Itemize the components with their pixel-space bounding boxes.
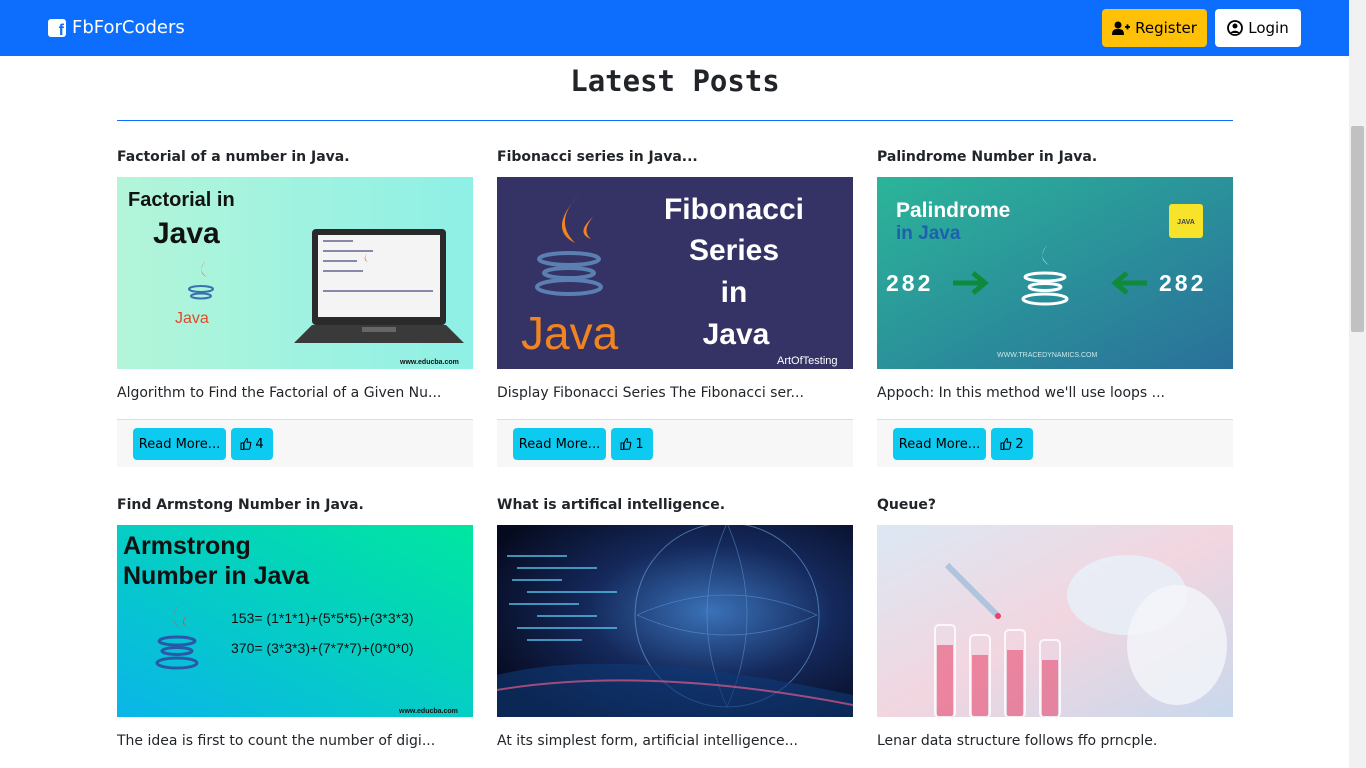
svg-text:Series: Series (689, 234, 779, 267)
post-card: What is artifical intelligence. At its s… (497, 497, 853, 749)
svg-text:Java: Java (703, 318, 770, 351)
scrollbar-thumb[interactable] (1351, 126, 1364, 332)
thumbs-up-icon (620, 438, 632, 450)
page-title: Latest Posts (570, 64, 780, 98)
post-image[interactable]: Factorial in Java Java www.educba.com (117, 177, 473, 369)
svg-text:in: in (721, 276, 748, 309)
post-image[interactable] (877, 525, 1233, 717)
read-more-button[interactable]: Read More... (893, 428, 986, 460)
post-footer: Read More... 2 (877, 419, 1233, 467)
post-excerpt: Display Fibonacci Series The Fibonacci s… (497, 385, 804, 401)
login-button[interactable]: Login (1215, 9, 1301, 47)
post-title: Palindrome Number in Java. (877, 149, 1098, 165)
navbar: FbForCoders Register Login (0, 0, 1349, 56)
user-plus-icon (1112, 21, 1131, 35)
post-footer: Read More... 4 (117, 419, 473, 467)
post-title: What is artifical intelligence. (497, 497, 726, 513)
register-label: Register (1135, 19, 1197, 37)
user-circle-icon (1227, 20, 1244, 36)
svg-text:Java: Java (153, 217, 220, 250)
svg-text:ArtOfTesting: ArtOfTesting (777, 355, 838, 367)
svg-text:Fibonacci: Fibonacci (664, 193, 804, 226)
svg-text:153= (1*1*1)+(5*5*5)+(3*3*3): 153= (1*1*1)+(5*5*5)+(3*3*3) (231, 610, 414, 626)
post-excerpt: Algorithm to Find the Factorial of a Giv… (117, 385, 442, 401)
post-title: Queue? (877, 497, 936, 513)
post-card: Fibonacci series in Java... Java Fibonac… (497, 149, 853, 467)
like-count: 4 (255, 436, 264, 452)
like-button[interactable]: 1 (611, 428, 653, 460)
post-image[interactable] (497, 525, 853, 717)
post-card: Palindrome Number in Java. Palindrome in… (877, 149, 1233, 467)
post-card: Factorial of a number in Java. Factorial… (117, 149, 473, 467)
divider (117, 120, 1233, 121)
like-button[interactable]: 2 (991, 428, 1033, 460)
like-count: 2 (1015, 436, 1024, 452)
post-card: Queue? Lenar data structure follows ffo … (877, 497, 1233, 749)
post-image[interactable]: Java Fibonacci Series in Java ArtOfTesti… (497, 177, 853, 369)
read-more-button[interactable]: Read More... (513, 428, 606, 460)
svg-text:Java: Java (175, 310, 209, 327)
post-title: Factorial of a number in Java. (117, 149, 350, 165)
register-button[interactable]: Register (1102, 9, 1207, 47)
login-label: Login (1248, 19, 1289, 37)
post-excerpt: Lenar data structure follows ffo prncple… (877, 733, 1158, 749)
post-card: Find Armstong Number in Java. Armstrong … (117, 497, 473, 749)
facebook-icon (48, 18, 66, 40)
read-more-button[interactable]: Read More... (133, 428, 226, 460)
thumbs-up-icon (1000, 438, 1012, 450)
post-image[interactable]: Armstrong Number in Java 153= (1*1*1)+(5… (117, 525, 473, 717)
svg-text:www.educba.com: www.educba.com (398, 708, 458, 715)
post-excerpt: At its simplest form, artificial intelli… (497, 733, 798, 749)
post-footer: Read More... 1 (497, 419, 853, 467)
svg-text:Factorial in: Factorial in (128, 189, 235, 211)
svg-text:370= (3*3*3)+(7*7*7)+(0*0*0): 370= (3*3*3)+(7*7*7)+(0*0*0) (231, 640, 414, 656)
svg-text:www.educba.com: www.educba.com (399, 359, 459, 366)
svg-text:WWW.TRACEDYNAMICS.COM: WWW.TRACEDYNAMICS.COM (997, 352, 1097, 359)
svg-text:in Java: in Java (896, 223, 961, 244)
brand-link[interactable]: FbForCoders (48, 17, 185, 40)
post-title: Find Armstong Number in Java. (117, 497, 364, 513)
svg-text:Armstrong: Armstrong (123, 532, 251, 560)
post-image[interactable]: Palindrome in Java JAVA 282 282 WWW.TRAC… (877, 177, 1233, 369)
svg-text:Number in Java: Number in Java (123, 562, 310, 590)
svg-text:Palindrome: Palindrome (896, 199, 1010, 222)
svg-text:JAVA: JAVA (1177, 219, 1195, 226)
like-button[interactable]: 4 (231, 428, 273, 460)
svg-text:282: 282 (886, 270, 933, 296)
scrollbar[interactable] (1349, 0, 1366, 768)
svg-text:Java: Java (521, 307, 619, 359)
post-title: Fibonacci series in Java... (497, 149, 698, 165)
brand-name: FbForCoders (72, 17, 185, 38)
like-count: 1 (635, 436, 644, 452)
post-excerpt: Appoch: In this method we'll use loops .… (877, 385, 1165, 401)
thumbs-up-icon (240, 438, 252, 450)
svg-text:282: 282 (1159, 270, 1206, 296)
post-excerpt: The idea is first to count the number of… (117, 733, 436, 749)
